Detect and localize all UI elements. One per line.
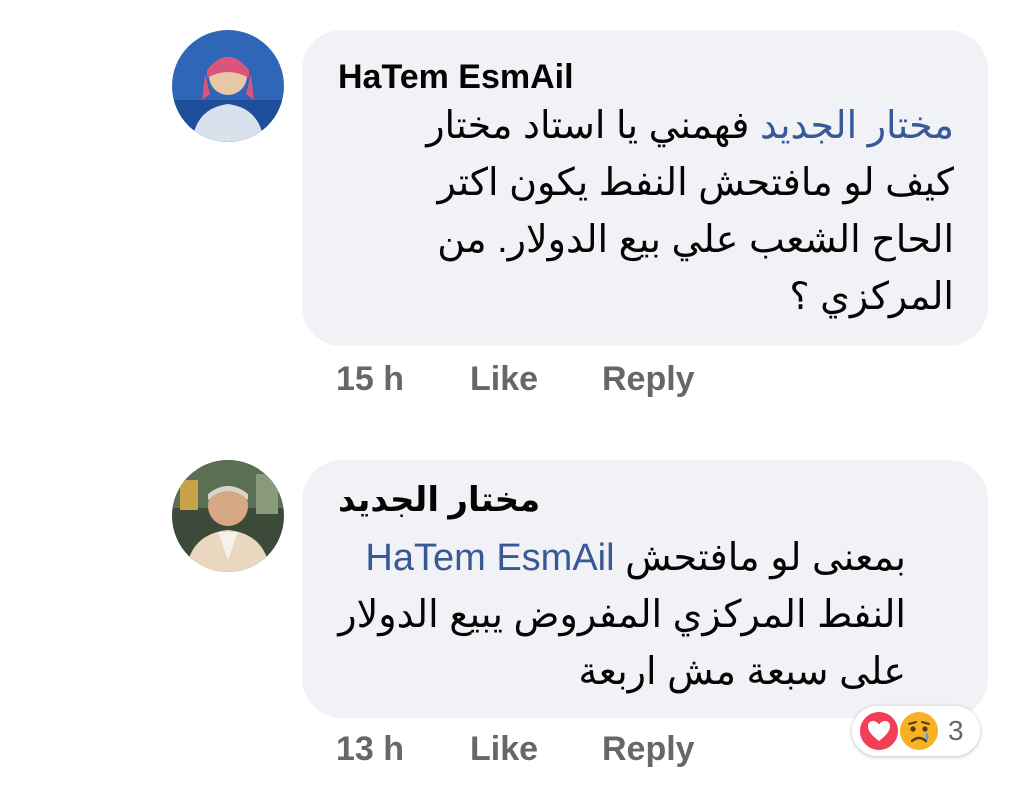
comment-bubble: مختار الجديد بمعنى لو مافتحش HaTem EsmAi… (302, 460, 988, 718)
comment-line-1: بمعنى لو مافتحش HaTem EsmAil (365, 537, 906, 579)
avatar[interactable] (172, 460, 284, 572)
comment-thread: HaTem EsmAil مختار الجديد فهمني يا استاد… (0, 0, 1024, 797)
comment-line-3: على سبعة مش اربعة (578, 651, 906, 693)
comment-line-2: النفط المركزي المفروض يبيع الدولار (338, 594, 906, 636)
reaction-count: 3 (948, 715, 964, 746)
comment-author[interactable]: مختار الجديد (338, 480, 540, 520)
reply-button[interactable]: Reply (602, 730, 695, 769)
heart-icon (858, 710, 900, 752)
sad-face-icon (900, 712, 938, 750)
timestamp[interactable]: 13 h (336, 730, 404, 769)
reactions-summary[interactable]: 3 (852, 706, 980, 756)
comment-text: بمعنى لو مافتحش HaTem EsmAil النفط المرك… (338, 530, 906, 701)
like-button[interactable]: Like (470, 730, 538, 769)
comment-actions: 13 h Like Reply (336, 730, 756, 770)
mention-link[interactable]: HaTem EsmAil (365, 537, 614, 579)
comment-2: مختار الجديد بمعنى لو مافتحش HaTem EsmAi… (0, 0, 1024, 797)
